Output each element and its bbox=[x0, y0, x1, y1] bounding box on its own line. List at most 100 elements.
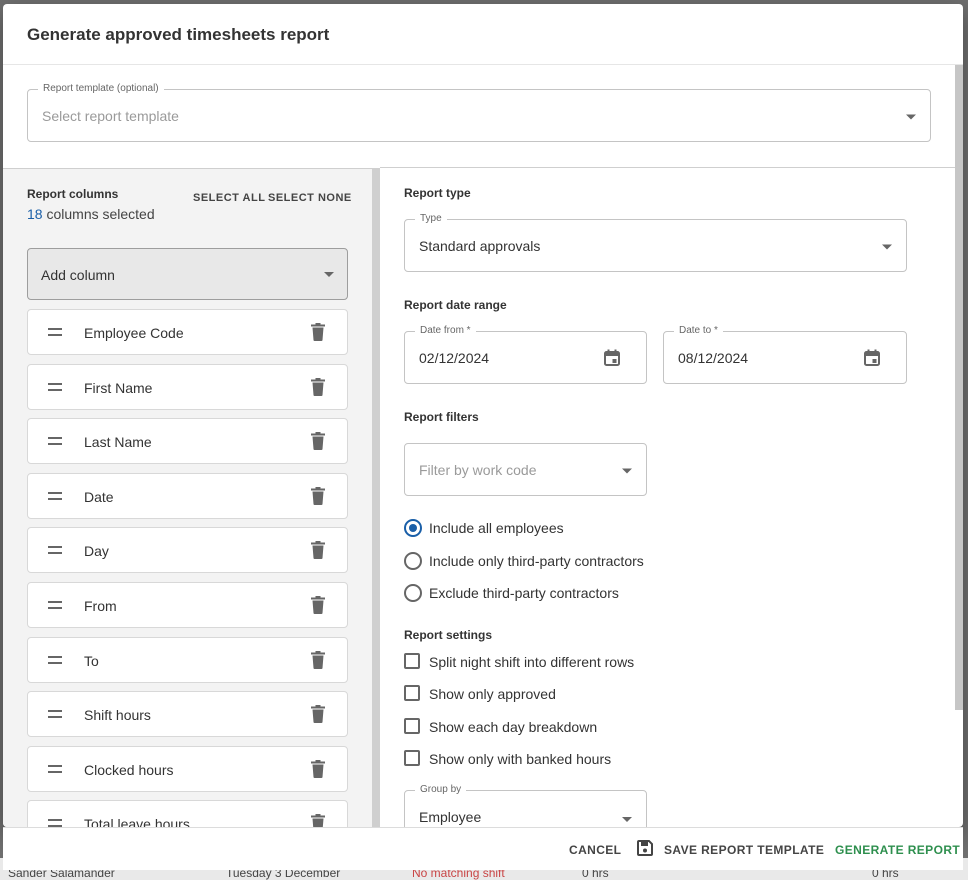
select-none-button[interactable]: SELECT NONE bbox=[268, 192, 352, 204]
dialog-scrollbar[interactable] bbox=[955, 65, 963, 710]
drag-handle-icon[interactable] bbox=[48, 437, 62, 446]
group-by-value: Employee bbox=[419, 809, 482, 825]
columns-count-number: 18 bbox=[27, 206, 43, 222]
report-template-placeholder: Select report template bbox=[42, 107, 179, 124]
trash-icon[interactable] bbox=[311, 323, 325, 341]
calendar-icon[interactable] bbox=[604, 349, 620, 366]
calendar-icon[interactable] bbox=[864, 349, 880, 366]
date-from-label: Date from * bbox=[415, 325, 476, 337]
column-item[interactable]: Date bbox=[27, 472, 348, 519]
column-item[interactable]: Total leave hours bbox=[27, 800, 348, 827]
column-item[interactable]: Clocked hours bbox=[27, 745, 348, 792]
trash-icon[interactable] bbox=[311, 814, 325, 827]
drag-handle-icon[interactable] bbox=[48, 819, 62, 827]
column-name: Employee Code bbox=[84, 325, 184, 341]
column-item[interactable]: From bbox=[27, 582, 348, 628]
report-columns-panel: Report columns 18 columns selected SELEC… bbox=[3, 168, 372, 827]
trash-icon[interactable] bbox=[311, 705, 325, 724]
column-item[interactable]: Employee Code bbox=[27, 309, 348, 355]
column-item[interactable]: Day bbox=[27, 527, 348, 574]
generate-report-button[interactable]: GENERATE REPORT bbox=[835, 843, 960, 857]
column-name: Shift hours bbox=[84, 707, 151, 724]
checkbox-label: Split night shift into different rows bbox=[429, 654, 635, 670]
group-by-label: Group by bbox=[415, 784, 467, 796]
checkbox[interactable] bbox=[404, 685, 420, 701]
cancel-button[interactable]: CANCEL bbox=[569, 843, 621, 857]
work-code-placeholder: Filter by work code bbox=[419, 461, 537, 478]
column-name: Clocked hours bbox=[84, 761, 174, 778]
radio-label: Include only third-party contractors bbox=[429, 553, 644, 569]
add-column-select[interactable]: Add column bbox=[27, 248, 348, 300]
radio-button[interactable] bbox=[404, 584, 422, 602]
chevron-down-icon bbox=[622, 468, 632, 473]
trash-icon[interactable] bbox=[311, 486, 325, 505]
dialog-title: Generate approved timesheets report bbox=[27, 25, 330, 44]
report-type-label: Type bbox=[415, 213, 447, 225]
report-template-select[interactable]: Report template (optional) Select report… bbox=[27, 83, 931, 142]
report-type-select[interactable]: Type Standard approvals bbox=[404, 213, 907, 272]
trash-icon[interactable] bbox=[311, 650, 325, 669]
date-from-value: 02/12/2024 bbox=[419, 349, 490, 366]
checkbox-label: Show each day breakdown bbox=[429, 719, 598, 735]
chevron-down-icon bbox=[324, 272, 334, 277]
report-columns-title: Report columns bbox=[27, 187, 119, 201]
column-name: Last Name bbox=[84, 434, 152, 451]
add-column-label: Add column bbox=[41, 267, 115, 283]
column-item[interactable]: First Name bbox=[27, 363, 348, 410]
dialog-footer: CANCEL SAVE REPORT TEMPLATE GENERATE REP… bbox=[3, 828, 963, 870]
drag-handle-icon[interactable] bbox=[48, 764, 62, 773]
panel-divider-scrollbar[interactable] bbox=[372, 168, 380, 827]
title-divider bbox=[3, 64, 963, 65]
column-item[interactable]: To bbox=[27, 636, 348, 683]
report-type-value: Standard approvals bbox=[419, 237, 541, 254]
trash-icon[interactable] bbox=[311, 541, 325, 560]
report-template-label: Report template (optional) bbox=[38, 83, 164, 95]
generate-report-dialog: Generate approved timesheets report Repo… bbox=[3, 4, 963, 827]
drag-handle-icon[interactable] bbox=[48, 546, 62, 555]
radio-button[interactable] bbox=[404, 519, 422, 537]
group-by-select[interactable]: Group by Employee bbox=[404, 784, 647, 827]
save-icon bbox=[637, 840, 653, 856]
date-from-field[interactable]: Date from * 02/12/2024 bbox=[404, 325, 647, 384]
drag-handle-icon[interactable] bbox=[48, 328, 62, 336]
date-to-value: 08/12/2024 bbox=[678, 349, 749, 366]
report-filters-title: Report filters bbox=[404, 410, 479, 424]
columns-selected-count: 18 columns selected bbox=[27, 206, 155, 222]
select-all-button[interactable]: SELECT ALL bbox=[193, 192, 265, 204]
columns-count-suffix: columns selected bbox=[46, 206, 155, 222]
save-report-template-button[interactable]: SAVE REPORT TEMPLATE bbox=[664, 843, 824, 857]
date-range-title: Report date range bbox=[404, 298, 507, 312]
checkbox[interactable] bbox=[404, 718, 420, 734]
checkbox[interactable] bbox=[404, 750, 420, 766]
date-to-field[interactable]: Date to * 08/12/2024 bbox=[663, 325, 907, 384]
chevron-down-icon bbox=[906, 114, 916, 119]
trash-icon[interactable] bbox=[311, 596, 325, 614]
column-name: First Name bbox=[84, 379, 153, 396]
trash-icon[interactable] bbox=[311, 432, 325, 451]
column-name: From bbox=[84, 598, 117, 614]
radio-button[interactable] bbox=[404, 552, 422, 570]
column-name: Date bbox=[84, 488, 114, 505]
report-type-title: Report type bbox=[404, 186, 471, 200]
drag-handle-icon[interactable] bbox=[48, 655, 62, 664]
drag-handle-icon[interactable] bbox=[48, 491, 62, 500]
radio-label: Exclude third-party contractors bbox=[429, 585, 619, 601]
trash-icon[interactable] bbox=[311, 377, 325, 396]
drag-handle-icon[interactable] bbox=[48, 710, 62, 719]
radio-label: Include all employees bbox=[429, 520, 564, 536]
section-divider bbox=[380, 167, 963, 168]
column-name: Total leave hours bbox=[84, 816, 190, 827]
drag-handle-icon[interactable] bbox=[48, 601, 62, 609]
chevron-down-icon bbox=[882, 244, 892, 249]
report-settings-title: Report settings bbox=[404, 628, 493, 642]
trash-icon[interactable] bbox=[311, 759, 325, 778]
date-to-label: Date to * bbox=[674, 325, 723, 337]
work-code-filter-select[interactable]: Filter by work code bbox=[404, 443, 647, 496]
column-item[interactable]: Last Name bbox=[27, 418, 348, 465]
checkbox[interactable] bbox=[404, 653, 420, 669]
checkbox-label: Show only with banked hours bbox=[429, 751, 612, 767]
column-name: Day bbox=[84, 543, 109, 560]
column-name: To bbox=[84, 652, 99, 669]
column-item[interactable]: Shift hours bbox=[27, 691, 348, 738]
drag-handle-icon[interactable] bbox=[48, 382, 62, 391]
